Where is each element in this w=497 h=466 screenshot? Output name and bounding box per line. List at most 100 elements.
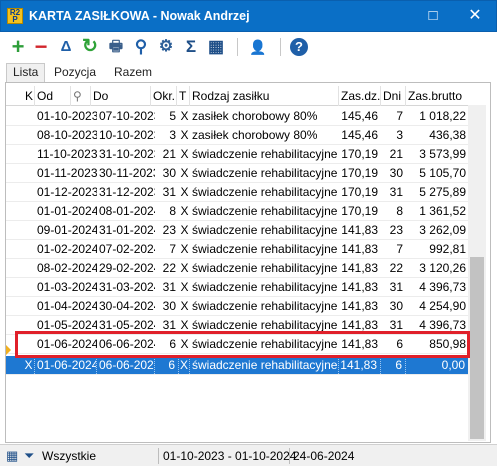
cell-brutto: 4 396,73 [419, 280, 466, 294]
cell-rodzaj: świadczenie rehabilitacyjne 75 [192, 223, 339, 237]
cell-rodzaj: świadczenie rehabilitacyjne 75 [192, 242, 339, 256]
cell-brutto: 3 573,99 [419, 147, 466, 161]
cell-rodzaj: świadczenie rehabilitacyjne 90 [192, 166, 339, 180]
title-bar: R2 P KARTA ZASIŁKOWA - Nowak Andrzej □ ✕ [0, 0, 497, 32]
cell-okr: 7 [169, 242, 176, 256]
cell-okr: 23 [162, 223, 176, 237]
tab-lista[interactable]: Lista [6, 63, 46, 83]
cell-k [23, 107, 35, 125]
toolbar-separator [237, 38, 238, 56]
refresh-icon[interactable]: ↻ [80, 37, 100, 57]
cell-brutto: 436,38 [429, 128, 466, 142]
cell-brutto: 1 018,22 [419, 109, 466, 123]
cell-brutto: 0,00 [406, 356, 469, 374]
column-header-k[interactable]: K [23, 86, 35, 106]
vertical-scrollbar[interactable] [468, 105, 486, 441]
cell-zasdz: 141,83 [341, 299, 378, 313]
cell-dni: 30 [389, 299, 403, 313]
cell-t: X [180, 318, 189, 332]
cell-okr: 31 [162, 280, 176, 294]
column-header-rodzaj[interactable]: Rodzaj zasiłku [190, 86, 339, 106]
table-row[interactable]: 01-11-2023 30-11-2023 30 Xświadczenie rehab… [6, 164, 472, 183]
search-icon[interactable]: ⚲ [131, 37, 151, 57]
cell-t: X [180, 185, 189, 199]
cell-zasdz: 141,83 [339, 356, 381, 374]
scrollbar-thumb[interactable] [470, 257, 484, 439]
cell-rodzaj: świadczenie rehabilitacyjne 75 [192, 261, 339, 275]
column-header-od[interactable]: Od [35, 86, 71, 106]
cell-zasdz: 141,83 [341, 242, 378, 256]
cell-brutto: 4 254,90 [419, 299, 466, 313]
cell-brutto: 3 120,26 [419, 261, 466, 275]
cell-k [23, 259, 35, 277]
cell-zasdz: 170,19 [341, 185, 378, 199]
table-row[interactable]: 08-10-2023 10-10-2023 3 Xzasiłek chorobowy … [6, 126, 472, 145]
grid-icon[interactable]: ▦ [6, 448, 18, 464]
maximize-icon[interactable]: □ [417, 3, 449, 29]
table-row[interactable]: 01-10-2023 07-10-2023 5 Xzasiłek chorobowy … [6, 107, 472, 126]
cell-od: 01-03-2024 [37, 280, 97, 294]
cell-t: X [180, 147, 189, 161]
cell-rodzaj: świadczenie rehabilitacyjne 75 [192, 280, 339, 294]
pin-icon[interactable]: ⚲ [71, 86, 91, 106]
filter-icon[interactable]: Δ [56, 37, 76, 57]
cell-rodzaj: zasiłek chorobowy 80% [192, 128, 318, 142]
delete-icon[interactable]: − [31, 36, 51, 58]
print-icon[interactable]: 🖶 [106, 37, 126, 57]
cell-zasdz: 141,83 [341, 261, 378, 275]
cell-od: 08-10-2023 [37, 128, 97, 142]
column-header-t[interactable]: T [177, 86, 190, 106]
cell-k [23, 183, 35, 201]
close-icon[interactable]: ✕ [459, 3, 491, 29]
filter-label[interactable]: Wszystkie [42, 448, 96, 464]
settings-icon[interactable]: ⚙ [156, 37, 176, 57]
cell-do: 31-12-2023 [99, 185, 155, 199]
cell-brutto: 5 275,89 [419, 185, 466, 199]
table-row[interactable]: 09-01-2024 31-01-2024 23 Xświadczenie rehab… [6, 221, 472, 240]
cell-t: X [180, 280, 189, 294]
cell-dni: 31 [389, 185, 403, 199]
table-row[interactable]: 08-02-2024 29-02-2024 22 Xświadczenie rehab… [6, 259, 472, 278]
table-row[interactable]: 01-12-2023 31-12-2023 31 Xświadczenie rehab… [6, 183, 472, 202]
column-header-zasdz[interactable]: Zas.dz. [339, 86, 381, 106]
cell-zasdz: 170,19 [341, 204, 378, 218]
cell-brutto: 850,98 [429, 337, 466, 351]
cell-do: 07-10-2023 [99, 109, 155, 123]
column-header-do[interactable]: Do [91, 86, 151, 106]
table-row[interactable]: 01-05-2024 31-05-2024 31 Xświadczenie rehab… [6, 316, 472, 335]
tab-razem[interactable]: Razem [108, 64, 158, 83]
app-logo-icon: R2 P [7, 8, 23, 24]
cell-dni: 30 [389, 166, 403, 180]
table-row[interactable]: 01-03-2024 31-03-2024 31 Xświadczenie rehab… [6, 278, 472, 297]
cell-rodzaj: świadczenie rehabilitacyjne 75 [192, 299, 339, 313]
table-row-selected[interactable]: X 01-06-2024 06-06-2024 6 Xświadczenie rehab… [6, 356, 472, 375]
cell-brutto: 5 105,70 [419, 166, 466, 180]
cell-okr: 30 [162, 299, 176, 313]
sum-icon[interactable]: Σ [181, 37, 201, 57]
column-header-brutto[interactable]: Zas.brutto [406, 86, 469, 106]
cell-k [23, 240, 35, 258]
columns-icon[interactable]: ▦ [206, 37, 226, 57]
cell-rodzaj: świadczenie rehabilitacyjne 90 [192, 185, 339, 199]
tab-pozycja[interactable]: Pozycja [48, 64, 102, 83]
cell-k [23, 126, 35, 144]
help-icon[interactable]: ? [290, 38, 308, 56]
cell-okr: 31 [162, 318, 176, 332]
current-row-indicator-icon [6, 345, 11, 355]
status-separator [158, 448, 159, 464]
table-row[interactable]: 01-01-2024 08-01-2024 8 Xświadczenie rehabi… [6, 202, 472, 221]
toolbar: + − Δ ↻ 🖶 ⚲ ⚙ Σ ▦ 👤 ? [0, 33, 497, 61]
status-separator [289, 448, 290, 464]
table-row[interactable]: 11-10-2023 31-10-2023 21 Xświadczenie rehab… [6, 145, 472, 164]
cell-od: 01-04-2024 [37, 299, 97, 313]
column-header-dni[interactable]: Dni [381, 86, 406, 106]
table-row[interactable]: 01-06-2024 06-06-2024 6 Xświadczenie rehabi… [6, 335, 472, 354]
table-row[interactable]: 01-02-2024 07-02-2024 7 Xświadczenie rehabi… [6, 240, 472, 259]
column-header-okr[interactable]: Okr. [151, 86, 177, 106]
add-icon[interactable]: + [8, 36, 28, 58]
cell-zasdz: 141,83 [341, 223, 378, 237]
user-settings-icon[interactable]: 👤 [248, 37, 268, 57]
filter-funnel-icon[interactable]: ⏷ [24, 448, 34, 464]
tab-bar: Lista Pozycja Razem [0, 62, 497, 83]
table-row[interactable]: 01-04-2024 30-04-2024 30 Xświadczenie rehab… [6, 297, 472, 316]
